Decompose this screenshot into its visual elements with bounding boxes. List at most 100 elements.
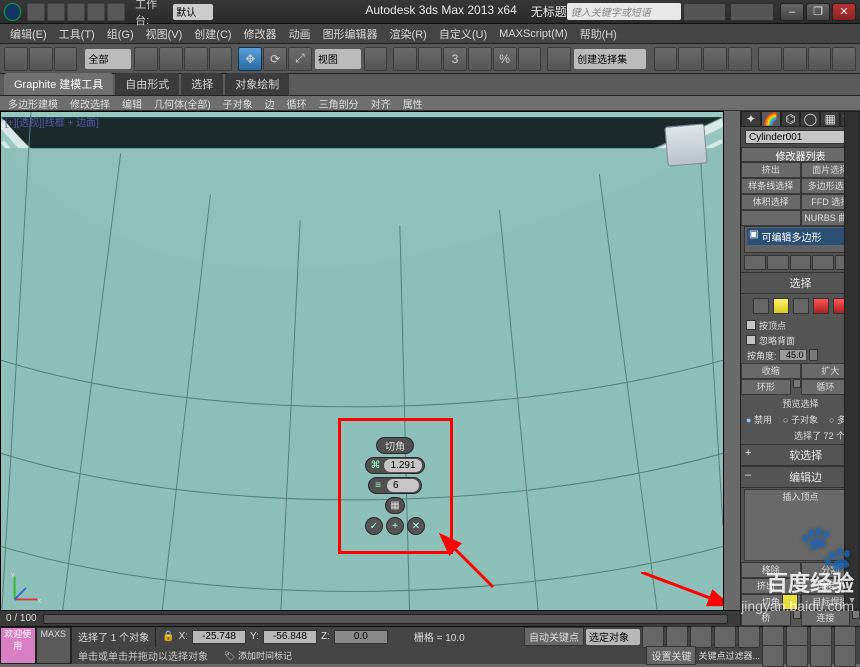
percent-snap-icon[interactable]: % <box>493 47 517 71</box>
ribgrp-1[interactable]: 修改选择 <box>70 96 110 111</box>
ribgrp-7[interactable]: 三角剖分 <box>319 96 359 111</box>
panel-tab-motion-icon[interactable]: ◯ <box>800 111 820 127</box>
caddy-option-icon[interactable]: ▦ <box>385 497 405 514</box>
render-prod-icon[interactable] <box>832 47 856 71</box>
caddy-segments-row[interactable]: ≡6 <box>368 477 422 494</box>
modifier-list[interactable]: 修改器列表 <box>741 147 860 162</box>
mod-spline-sel[interactable]: 样条线选择 <box>741 178 801 194</box>
welcome-button[interactable]: 欢迎使用 <box>0 627 36 664</box>
coord-x[interactable]: -25.748 <box>192 630 246 644</box>
ribgrp-8[interactable]: 对齐 <box>371 96 391 111</box>
time-range-bar[interactable] <box>43 614 728 624</box>
stack-remove-icon[interactable] <box>812 255 834 270</box>
subobj-poly-icon[interactable] <box>813 298 829 314</box>
cb-ignore-backface[interactable] <box>746 335 756 345</box>
viewport-label[interactable]: [+][透视][线框 + 边面] <box>5 114 99 129</box>
bind-space-icon[interactable] <box>54 47 78 71</box>
time-slider[interactable]: 0 / 100 <box>0 610 740 626</box>
angle-snap-icon[interactable] <box>468 47 492 71</box>
menu-group[interactable]: 组(G) <box>101 26 140 42</box>
btn-chamfer[interactable]: 切角 <box>741 594 801 610</box>
named-selset[interactable]: 创建选择集 <box>574 49 645 69</box>
ribgrp-5[interactable]: 边 <box>265 96 275 111</box>
layer-icon[interactable] <box>654 47 678 71</box>
panel-scrollbar[interactable]: ▼ <box>844 111 860 610</box>
angle-spinner[interactable] <box>809 349 818 361</box>
caddy-segments[interactable]: 6 <box>387 479 419 492</box>
spinner-snap-icon[interactable] <box>518 47 542 71</box>
stack-expand-icon[interactable]: ▣ <box>749 229 758 244</box>
nav-region-icon[interactable] <box>810 645 832 667</box>
caddy-amount[interactable]: 1.291 <box>384 459 421 472</box>
ref-coord[interactable]: 视图 <box>315 49 361 69</box>
transform-center-icon[interactable] <box>364 47 388 71</box>
ribgrp-2[interactable]: 编辑 <box>122 96 142 111</box>
btn-connect[interactable]: 连接 <box>801 610 851 626</box>
panel-tab-create-icon[interactable]: ✦ <box>741 111 761 127</box>
menu-modifier[interactable]: 修改器 <box>238 26 283 42</box>
ribbon-tab-freeform[interactable]: 自由形式 <box>115 73 179 95</box>
btn-shrink[interactable]: 收缩 <box>741 363 801 379</box>
stack-show-icon[interactable] <box>767 255 789 270</box>
maxscript-button[interactable]: MAXS <box>36 627 72 664</box>
subobj-vertex-icon[interactable] <box>753 298 769 314</box>
select-icon[interactable] <box>134 47 158 71</box>
object-name-input[interactable] <box>745 130 860 144</box>
rollout-softsel[interactable]: +软选择 <box>741 444 860 466</box>
caddy-apply-button[interactable]: + <box>386 517 404 535</box>
material-icon[interactable] <box>728 47 752 71</box>
menu-custom[interactable]: 自定义(U) <box>433 26 493 42</box>
viewcube[interactable] <box>663 122 709 168</box>
select-rect-icon[interactable] <box>184 47 208 71</box>
btn-ring[interactable]: 环形 <box>741 379 791 395</box>
link-icon[interactable] <box>4 47 28 71</box>
menu-create[interactable]: 创建(C) <box>188 26 237 42</box>
ribbon-tab-selection[interactable]: 选择 <box>181 73 223 95</box>
coord-z[interactable]: 0.0 <box>334 630 388 644</box>
menu-maxscript[interactable]: MAXScript(M) <box>493 28 573 40</box>
restore-button[interactable]: ❐ <box>806 3 830 21</box>
mirror-icon[interactable] <box>393 47 417 71</box>
viewport[interactable]: [+][透视][线框 + 边面] <box>0 111 724 626</box>
keyfilter-btn[interactable]: 关键点过滤器... <box>698 649 760 662</box>
minimize-button[interactable]: – <box>780 3 804 21</box>
unlink-icon[interactable] <box>29 47 53 71</box>
workspace-select[interactable]: 默认 <box>173 4 213 20</box>
render-setup-icon[interactable] <box>758 47 782 71</box>
menu-graph[interactable]: 图形编辑器 <box>317 26 384 42</box>
menu-tools[interactable]: 工具(T) <box>53 26 101 42</box>
caddy-ok-button[interactable]: ✓ <box>365 517 383 535</box>
qat-undo-icon[interactable] <box>87 3 105 21</box>
time-tag[interactable]: 添加时间标记 <box>238 651 292 661</box>
caddy-cancel-button[interactable]: ✕ <box>407 517 425 535</box>
stack-editable-poly[interactable]: 可编辑多边形 <box>761 229 821 244</box>
stack-pin-icon[interactable] <box>744 255 766 270</box>
subobj-edge-icon[interactable] <box>773 298 789 314</box>
ribgrp-6[interactable]: 循环 <box>287 96 307 111</box>
nav-minmax-icon[interactable] <box>834 645 856 667</box>
angle-field[interactable]: 45.0 <box>779 349 807 361</box>
align-icon[interactable] <box>418 47 442 71</box>
btn-remove[interactable]: 移除 <box>741 562 801 578</box>
search-input[interactable]: 键入关键字或短语 <box>567 3 681 20</box>
render-frame-icon[interactable] <box>783 47 807 71</box>
app-icon[interactable] <box>4 3 21 21</box>
qat-redo-icon[interactable] <box>107 3 125 21</box>
close-button[interactable]: ✕ <box>832 3 856 21</box>
menu-edit[interactable]: 编辑(E) <box>4 26 53 42</box>
setkey-btn[interactable]: 设置关键 <box>646 646 696 665</box>
radio-sub[interactable]: 子对象 <box>791 415 818 425</box>
info-center-icon[interactable] <box>683 3 727 21</box>
mod-extrude[interactable]: 挤出 <box>741 162 801 178</box>
move-icon[interactable]: ✥ <box>238 47 262 71</box>
btn-insert-vertex[interactable]: 插入顶点 <box>744 489 857 561</box>
panel-tab-modify-icon[interactable]: 🌈 <box>761 111 781 127</box>
stack-unique-icon[interactable] <box>790 255 812 270</box>
autokey-btn[interactable]: 自动关键点 <box>524 627 584 646</box>
nav-zoom-ext-icon[interactable] <box>762 645 784 667</box>
render-icon[interactable] <box>808 47 832 71</box>
panel-tab-hierarchy-icon[interactable]: ⌬ <box>781 111 801 127</box>
schematic-icon[interactable] <box>703 47 727 71</box>
menu-view[interactable]: 视图(V) <box>140 26 189 42</box>
coord-y[interactable]: -56.848 <box>263 630 317 644</box>
